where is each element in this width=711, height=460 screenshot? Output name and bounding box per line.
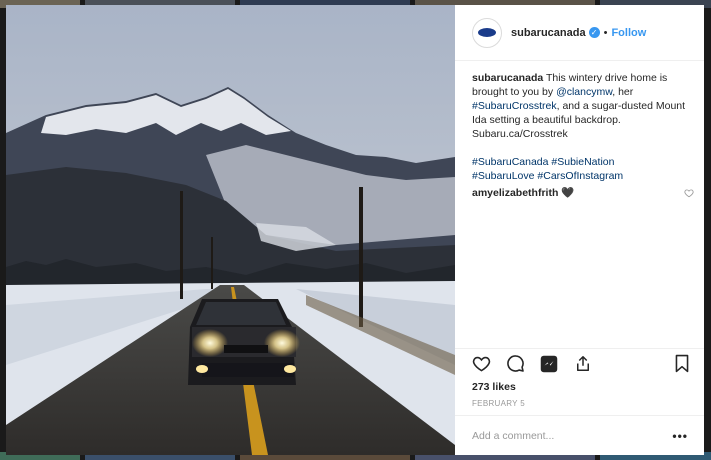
hashtag-block: #SubaruCanada #SubieNation #SubaruLove #…	[472, 155, 694, 183]
share-button[interactable]	[573, 354, 593, 374]
verified-badge-icon: ✓	[588, 27, 600, 38]
follow-button[interactable]: Follow	[611, 27, 646, 39]
header-username[interactable]: subarucanada	[511, 27, 586, 39]
more-options-icon[interactable]: •••	[672, 429, 688, 443]
hashtag-link[interactable]: #SubieNation	[551, 156, 614, 168]
comment-input[interactable]: Add a comment...	[472, 430, 672, 442]
bookmark-icon	[675, 354, 689, 373]
post-photo[interactable]	[6, 5, 455, 455]
hashtag-link[interactable]: #SubaruCanada	[472, 156, 548, 168]
action-bar	[455, 348, 704, 378]
winter-road-photo	[6, 5, 455, 455]
direct-message-button[interactable]	[539, 354, 559, 374]
comment-item: amyelizabethfrith 🖤	[472, 186, 694, 199]
comments-section: subarucanada This wintery drive home is …	[472, 71, 694, 199]
heart-icon	[472, 356, 490, 372]
subaru-logo-icon	[478, 28, 496, 37]
hashtag-link[interactable]: #CarsOfInstagram	[537, 170, 623, 182]
post-header: subarucanada ✓ • Follow	[455, 5, 704, 61]
comment-text: 🖤	[561, 187, 575, 199]
mention-link[interactable]: @clancymw	[556, 86, 612, 98]
heart-outline-icon[interactable]	[684, 188, 694, 198]
hashtag-link[interactable]: #SubaruLove	[472, 170, 534, 182]
comment-icon	[506, 355, 524, 372]
post-sidebar: subarucanada ✓ • Follow subarucanada Thi…	[455, 5, 704, 455]
post-date[interactable]: FEBRUARY 5	[472, 399, 525, 408]
caption-username[interactable]: subarucanada	[472, 72, 543, 84]
comment-username[interactable]: amyelizabethfrith	[472, 187, 558, 199]
comment-button[interactable]	[505, 354, 525, 374]
share-icon	[577, 356, 589, 371]
like-count[interactable]: 273 likes	[472, 381, 516, 393]
hashtag-link[interactable]: #SubaruCrosstrek	[472, 100, 557, 112]
caption-text: , her	[612, 86, 634, 98]
separator-dot: •	[603, 26, 608, 39]
save-button[interactable]	[672, 354, 692, 374]
like-button[interactable]	[471, 354, 491, 374]
post-modal: subarucanada ✓ • Follow subarucanada Thi…	[6, 5, 704, 455]
caption: subarucanada This wintery drive home is …	[472, 71, 694, 141]
direct-message-icon	[540, 355, 558, 372]
add-comment-bar: Add a comment... •••	[455, 415, 704, 455]
avatar[interactable]	[472, 17, 502, 48]
